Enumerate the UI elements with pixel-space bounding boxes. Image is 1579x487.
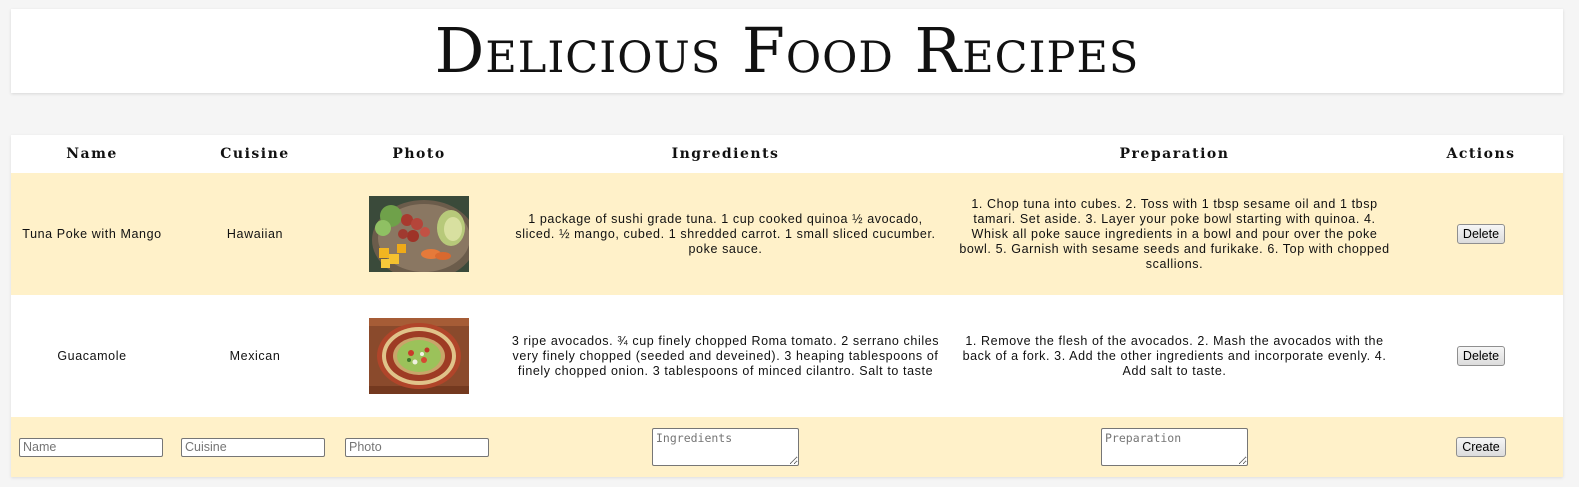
table-header-row: Name Cuisine Photo Ingredients Preparati… (11, 135, 1563, 173)
recipes-table-container: Name Cuisine Photo Ingredients Preparati… (11, 135, 1563, 477)
recipes-table: Name Cuisine Photo Ingredients Preparati… (11, 135, 1563, 477)
photo-input[interactable] (345, 437, 489, 457)
new-recipe-actions-cell: Create (1399, 417, 1563, 477)
new-recipe-ingredients-cell (501, 417, 950, 477)
recipe-preparation: 1. Remove the flesh of the avocados. 2. … (950, 295, 1399, 417)
recipe-preparation: 1. Chop tuna into cubes. 2. Toss with 1 … (950, 173, 1399, 295)
cuisine-input[interactable] (181, 437, 325, 457)
column-header-ingredients: Ingredients (671, 146, 780, 162)
delete-button[interactable]: Delete (1456, 224, 1506, 244)
column-header-preparation: Preparation (1119, 146, 1230, 162)
new-recipe-preparation-cell (950, 417, 1399, 477)
recipe-actions: Delete (1399, 295, 1563, 417)
new-recipe-cuisine-cell (173, 417, 337, 477)
column-header-actions: Actions (1446, 146, 1516, 162)
column-header-photo: Photo (392, 146, 446, 162)
recipe-actions: Delete (1399, 173, 1563, 295)
recipe-ingredients: 1 package of sushi grade tuna. 1 cup coo… (501, 173, 950, 295)
recipe-cuisine: Mexican (173, 295, 337, 417)
table-row: Guacamole Mexican 3 ripe avocados. ¾ cup… (11, 295, 1563, 417)
create-button[interactable]: Create (1456, 437, 1506, 457)
recipe-photo (369, 196, 469, 272)
page-header: Delicious Food Recipes (11, 9, 1563, 93)
preparation-textarea[interactable] (1101, 428, 1248, 466)
name-input[interactable] (19, 437, 163, 457)
ingredients-textarea[interactable] (652, 428, 799, 466)
new-recipe-name-cell (11, 417, 173, 477)
new-recipe-form-row: Create (11, 417, 1563, 477)
column-header-cuisine: Cuisine (220, 146, 290, 162)
recipe-cuisine: Hawaiian (173, 173, 337, 295)
recipe-photo-cell (337, 173, 501, 295)
page-title: Delicious Food Recipes (434, 14, 1140, 87)
recipe-name: Guacamole (11, 295, 173, 417)
recipe-ingredients: 3 ripe avocados. ¾ cup finely chopped Ro… (501, 295, 950, 417)
delete-button[interactable]: Delete (1456, 346, 1506, 366)
new-recipe-photo-cell (337, 417, 501, 477)
recipe-photo-cell (337, 295, 501, 417)
table-row: Tuna Poke with Mango Hawaiian 1 package … (11, 173, 1563, 295)
column-header-name: Name (66, 146, 118, 162)
recipe-name: Tuna Poke with Mango (11, 173, 173, 295)
recipe-photo (369, 318, 469, 394)
